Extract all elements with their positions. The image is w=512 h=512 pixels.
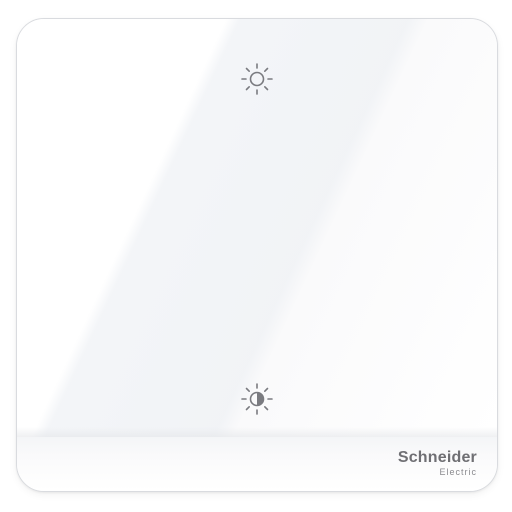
product-photo: Schneider Electric [0,0,512,512]
brightness-down-icon[interactable] [235,377,279,421]
brand-logo: Schneider Electric [398,450,477,478]
brand-subtitle: Electric [439,467,477,477]
bottom-frame-strip: Schneider Electric [17,437,497,491]
switch-plate: Schneider Electric [16,18,498,492]
brightness-up-icon[interactable] [235,57,279,101]
brand-name: Schneider [397,449,477,466]
touch-glass-panel[interactable] [17,19,497,438]
